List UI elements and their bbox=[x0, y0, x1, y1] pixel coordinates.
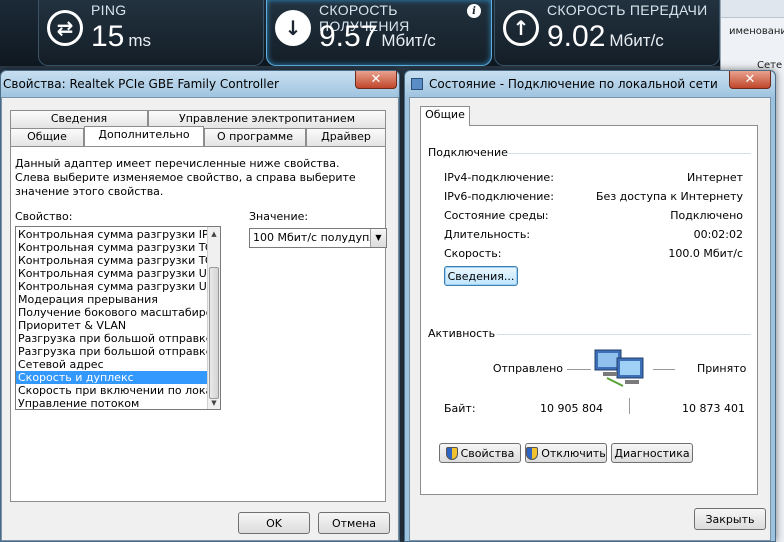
upload-panel: ↑ СКОРОСТЬ ПЕРЕДАЧИ 9.02 Мбит/с bbox=[494, 0, 720, 66]
property-list-item[interactable]: Контрольная сумма разгрузки TCP bbox=[16, 254, 208, 267]
property-list-item[interactable]: Контрольная сумма разгрузки UDP bbox=[16, 267, 208, 280]
speedtest-bar: ⇄ PING 15 ms ↓ СКОРОСТЬ ПОЛУЧЕНИЯ i 9.57 М… bbox=[0, 0, 720, 66]
scroll-up-arrow-icon[interactable]: ▲ bbox=[208, 227, 220, 240]
status-titlebar[interactable]: Состояние - Подключение по локальной сет… bbox=[405, 71, 775, 97]
network-computers-icon bbox=[594, 349, 644, 387]
info-icon[interactable]: i bbox=[467, 4, 481, 18]
disable-button[interactable]: Отключить bbox=[525, 443, 607, 463]
scroll-thumb[interactable] bbox=[209, 267, 219, 399]
property-listbox[interactable]: Контрольная сумма разгрузки IPv4 Контроль… bbox=[15, 226, 221, 410]
ok-button[interactable]: OK bbox=[238, 512, 310, 534]
sent-line bbox=[567, 369, 591, 370]
status-window: Состояние - Подключение по локальной сет… bbox=[404, 70, 776, 542]
download-arrow-icon: ↓ bbox=[275, 10, 311, 46]
sent-label: Отправлено bbox=[492, 362, 563, 375]
status-row-label: Скорость: bbox=[444, 247, 502, 260]
group-divider bbox=[505, 153, 751, 154]
tab-about[interactable]: О программе bbox=[204, 128, 306, 146]
group-divider bbox=[497, 334, 751, 335]
shield-icon bbox=[526, 446, 539, 460]
adapter-description: Данный адаптер имеет перечисленные ниже … bbox=[15, 157, 356, 198]
status-client: Общие Подключение IPv4-подключение: Интер… bbox=[409, 97, 771, 541]
cancel-button[interactable]: Отмена bbox=[318, 512, 390, 534]
property-list-item[interactable]: Контрольная сумма разгрузки TCP bbox=[16, 241, 208, 254]
property-list-item[interactable]: Приоритет & VLAN bbox=[16, 319, 208, 332]
properties-client: Сведения Управление электропитанием Общи… bbox=[1, 97, 399, 541]
received-line bbox=[653, 369, 675, 370]
value-select[interactable]: 100 Мбит/с полудупле ▼ bbox=[249, 228, 387, 248]
connection-header: Подключение bbox=[428, 146, 508, 159]
property-list-item[interactable]: Разгрузка при большой отправке v2 bbox=[16, 332, 208, 345]
swap-arrows-icon: ⇄ bbox=[47, 10, 83, 46]
upload-label: СКОРОСТЬ ПЕРЕДАЧИ bbox=[547, 2, 708, 18]
status-row-label: IPv4-подключение: bbox=[444, 171, 554, 184]
upload-value: 9.02 Мбит/с bbox=[547, 20, 664, 53]
property-list-item[interactable]: Скорость при включении по локальн bbox=[16, 384, 208, 397]
properties-title: Свойства: Realtek PCIe GBE Family Contro… bbox=[3, 77, 279, 91]
general-tab-page: Подключение IPv4-подключение: Интернет IPv… bbox=[420, 125, 758, 495]
property-list-item[interactable]: Модерация прерывания bbox=[16, 293, 208, 306]
properties-window: Свойства: Realtek PCIe GBE Family Contro… bbox=[0, 70, 400, 542]
property-list-item[interactable]: Скорость и дуплекс bbox=[16, 371, 208, 384]
close-icon[interactable]: ✕ bbox=[355, 71, 397, 89]
status-row-label: IPv6-подключение: bbox=[444, 190, 554, 203]
status-title: Состояние - Подключение по локальной сет… bbox=[429, 77, 718, 91]
properties-button[interactable]: Свойства bbox=[439, 443, 521, 463]
tab-general[interactable]: Общие bbox=[420, 106, 470, 126]
property-label: Свойство: bbox=[15, 210, 73, 223]
tab-advanced[interactable]: Дополнительно bbox=[84, 126, 204, 146]
bytes-label: Байт: bbox=[444, 402, 476, 415]
status-row-value: Без доступа к Интернету bbox=[596, 190, 743, 203]
ping-panel: ⇄ PING 15 ms bbox=[38, 0, 264, 66]
download-panel: ↓ СКОРОСТЬ ПОЛУЧЕНИЯ i 9.57 Мбит/с bbox=[266, 0, 492, 66]
ping-value: 15 ms bbox=[91, 20, 152, 53]
network-icon bbox=[411, 78, 423, 90]
property-list-item[interactable]: Разгрузка при большой отправке v2 bbox=[16, 345, 208, 358]
ping-label: PING bbox=[91, 2, 127, 18]
diagnose-button[interactable]: Диагностика bbox=[611, 443, 693, 463]
upload-arrow-icon: ↑ bbox=[503, 10, 539, 46]
property-list-item[interactable]: Получение бокового масштабирова bbox=[16, 306, 208, 319]
background-window-band bbox=[721, 0, 784, 18]
value-label: Значение: bbox=[249, 210, 309, 223]
close-icon[interactable]: ✕ bbox=[729, 71, 771, 89]
tab-general[interactable]: Общие bbox=[10, 128, 84, 146]
scroll-down-arrow-icon[interactable]: ▼ bbox=[208, 396, 220, 409]
status-row-value: 00:02:02 bbox=[693, 228, 743, 241]
advanced-tab-page: Данный адаптер имеет перечисленные ниже … bbox=[10, 146, 387, 502]
shield-icon bbox=[445, 446, 458, 460]
activity-header: Активность bbox=[428, 327, 496, 340]
property-scrollbar[interactable]: ▲ ▼ bbox=[207, 227, 220, 409]
bytes-divider bbox=[629, 398, 630, 414]
chevron-down-icon[interactable]: ▼ bbox=[370, 229, 386, 247]
status-row-value: 100.0 Мбит/с bbox=[668, 247, 743, 260]
details-button[interactable]: Сведения... bbox=[444, 266, 518, 286]
bytes-sent: 10 905 804 bbox=[540, 402, 603, 415]
download-value: 9.57 Мбит/с bbox=[319, 20, 436, 53]
bytes-received: 10 873 401 bbox=[682, 402, 745, 415]
close-button[interactable]: Закрыть bbox=[694, 508, 766, 530]
property-list-item[interactable]: Контрольная сумма разгрузки UDP bbox=[16, 280, 208, 293]
status-row-label: Длительность: bbox=[444, 228, 531, 241]
status-row-label: Состояние среды: bbox=[444, 209, 549, 222]
property-list-item[interactable]: Управление потоком bbox=[16, 397, 208, 409]
status-row-value: Интернет bbox=[687, 171, 743, 184]
status-row-value: Подключено bbox=[670, 209, 743, 222]
properties-titlebar[interactable]: Свойства: Realtek PCIe GBE Family Contro… bbox=[1, 71, 399, 97]
tab-driver[interactable]: Драйвер bbox=[306, 128, 386, 146]
property-list-item[interactable]: Сетевой адрес bbox=[16, 358, 208, 371]
background-window-text: именовани bbox=[729, 26, 784, 37]
received-label: Принято bbox=[697, 362, 747, 375]
property-list-item[interactable]: Контрольная сумма разгрузки IPv4 bbox=[16, 228, 208, 241]
